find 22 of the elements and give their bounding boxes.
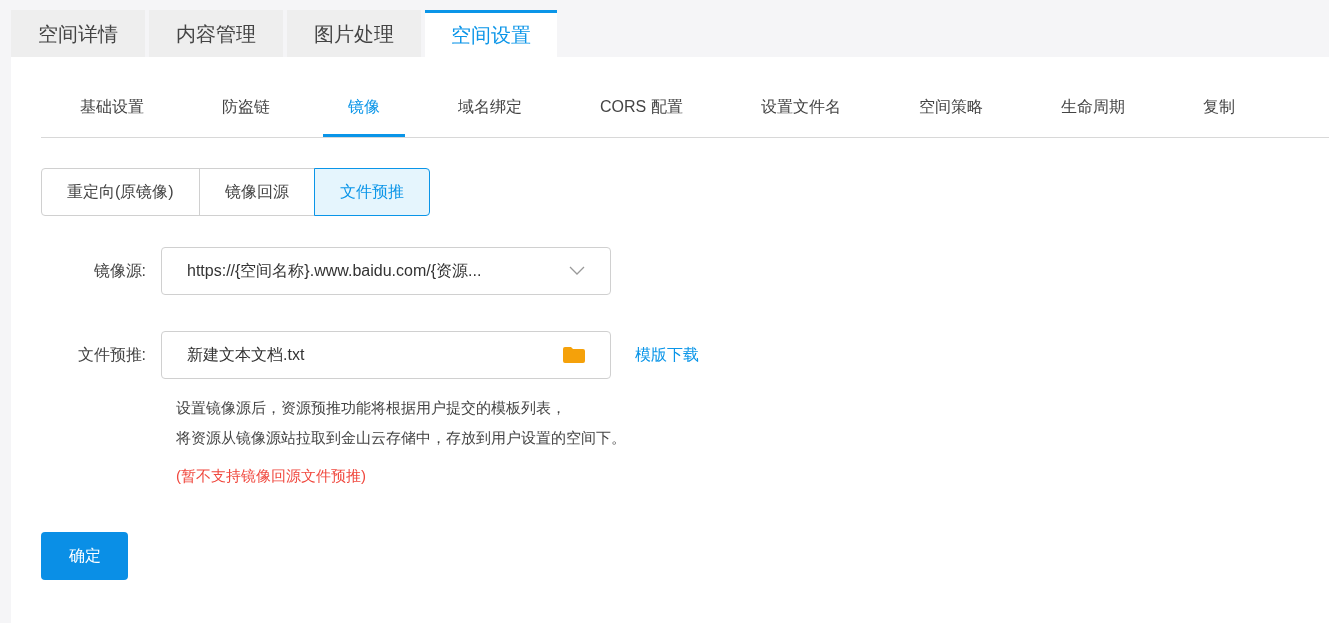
warning-text: (暂不支持镜像回源文件预推) [176, 466, 367, 486]
top-tab[interactable]: 图片处理 [287, 10, 421, 57]
mode-button[interactable]: 重定向(原镜像) [41, 168, 200, 216]
sub-tab[interactable]: 防盗链 [197, 79, 295, 137]
folder-icon[interactable] [563, 347, 585, 363]
mode-button[interactable]: 镜像回源 [198, 168, 315, 216]
file-input-field[interactable]: 新建文本文档.txt [161, 331, 611, 379]
field-label: 镜像源: [92, 261, 147, 281]
help-text: 设置镜像源后，资源预推功能将根据用户提交的模板列表， [176, 398, 567, 418]
sub-tab[interactable]: 基础设置 [55, 79, 169, 137]
chevron-down-icon [569, 266, 585, 276]
field-label: 文件预推: [76, 345, 147, 365]
sub-tab[interactable]: 生命周期 [1035, 79, 1150, 137]
mirror-source-select[interactable]: https://{空间名称}.www.baidu.com/{资源... [161, 247, 611, 295]
help-text: 将资源从镜像源站拉取到金山云存储中，存放到用户设置的空间下。 [176, 428, 627, 448]
sub-tab[interactable]: 空间策略 [893, 79, 1008, 137]
sub-tab[interactable]: 复制 [1177, 79, 1260, 137]
top-tab[interactable]: 内容管理 [149, 10, 283, 57]
top-tab[interactable]: 空间详情 [11, 10, 145, 57]
sub-tab[interactable]: 域名绑定 [433, 79, 547, 137]
sub-tab[interactable]: CORS 配置 [575, 79, 708, 137]
sub-tab[interactable]: 设置文件名 [735, 79, 866, 137]
